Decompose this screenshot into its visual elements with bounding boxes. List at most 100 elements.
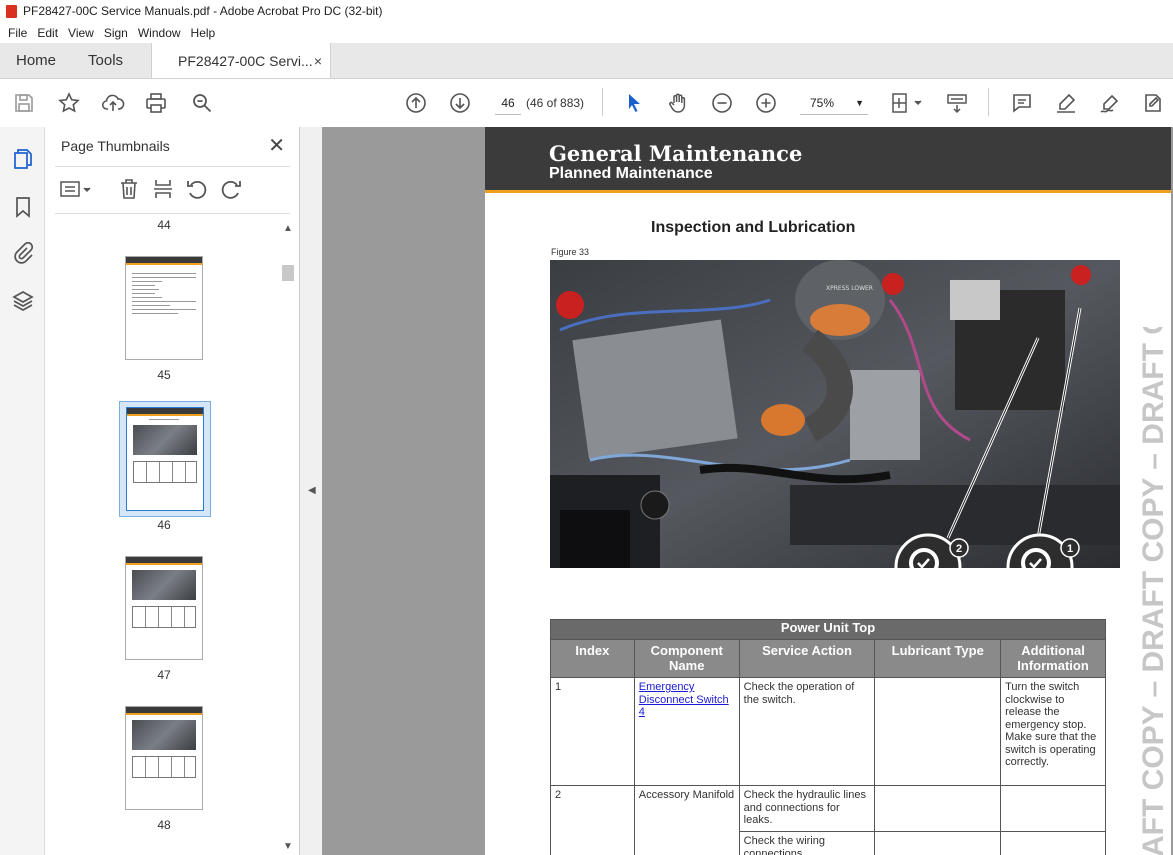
toolbar [0,79,1173,128]
menu-edit[interactable]: Edit [32,26,63,40]
toolbar-divider [602,88,603,116]
power-unit-table: Power Unit Top Index Component Name Serv… [550,619,1106,855]
prev-page-icon[interactable] [404,91,428,115]
cell-index: 1 [550,677,635,786]
highlight-pen-icon[interactable] [1054,91,1078,115]
toolbar-divider-2 [988,88,989,116]
thumbnails-panel: Page Thumbnails ✕ 44 45 46 47 48 ▲ ▼ [45,127,300,855]
zoom-out-icon[interactable] [710,91,734,115]
cell-action: Check the operation of the switch. [738,677,876,786]
tab-tools[interactable]: Tools [72,43,139,78]
hand-tool-icon[interactable] [666,91,690,115]
zoom-value: 75% [810,96,835,110]
thumb-page-number: 46 [157,518,171,532]
menu-window[interactable]: Window [133,26,186,40]
thumbnail-page-48[interactable] [125,706,203,810]
window-title: PF28427-00C Service Manuals.pdf - Adobe … [23,4,383,18]
cell-lubricant [874,785,1002,832]
sign-pen-icon[interactable] [1098,91,1122,115]
zoom-select[interactable]: 75% ▼ [800,91,868,115]
thumb-page-number: 48 [157,818,171,832]
tab-document[interactable]: PF28427-00C Servi... × [151,43,332,78]
divider [55,213,290,214]
cell-component: Emergency Disconnect Switch 4 [633,677,740,786]
thumbnail-scrollbar[interactable]: ▲ ▼ [282,223,294,855]
bookmark-icon[interactable] [11,195,35,219]
title-bar: PF28427-00C Service Manuals.pdf - Adobe … [0,0,1173,22]
zoom-search-icon[interactable] [190,91,214,115]
callout-1-number: 1 [1067,543,1073,555]
menu-help[interactable]: Help [186,26,221,40]
star-icon[interactable] [57,91,81,115]
rotate-ccw-icon[interactable] [185,177,209,201]
divider [55,166,290,167]
extract-pages-icon[interactable] [151,177,175,201]
watermark-text: AFT COPY – DRAFT COPY – DRAFT COPY [1137,327,1170,855]
options-menu-icon[interactable] [59,177,93,201]
thumbnail-page-46[interactable] [126,407,204,511]
thumb-page-number: 44 [157,218,171,232]
chevron-down-icon: ▼ [855,98,864,108]
col-header-lubricant: Lubricant Type [874,639,1002,678]
document-viewer[interactable]: General Maintenance Planned Maintenance … [322,127,1173,855]
select-cursor-icon[interactable] [622,91,646,115]
col-header-component: Component Name [633,639,740,678]
more-tools-icon[interactable] [1141,91,1165,115]
scroll-mode-icon[interactable] [945,91,969,115]
zoom-in-icon[interactable] [754,91,778,115]
acrobat-icon [6,4,17,18]
tab-close-icon[interactable]: × [314,53,322,69]
panel-title: Page Thumbnails [61,138,170,154]
tab-document-label: PF28427-00C Servi... [178,52,313,69]
cell-info [1000,785,1106,832]
thumb-page-number: 45 [157,368,171,382]
panel-collapse-handle[interactable]: ◀ [300,127,322,855]
emergency-disconnect-link[interactable]: Emergency Disconnect Switch 4 [639,681,729,718]
col-header-info: Additional Information [1000,639,1106,678]
callout-2-number: 2 [956,543,962,555]
page-thumbnails-icon[interactable] [11,147,35,171]
scrollbar-thumb[interactable] [282,265,294,281]
cell-component: Accessory Manifold [633,785,740,855]
col-header-index: Index [550,639,635,678]
menu-view[interactable]: View [63,26,99,40]
thumb-page-number: 47 [157,668,171,682]
scroll-up-icon[interactable]: ▲ [283,223,293,234]
thumbnail-page-47[interactable] [125,556,203,660]
page-number-input[interactable]: 46 [495,91,521,115]
figure-label: Figure 33 [551,247,590,257]
cell-action: Check the wiring connections. [738,831,876,855]
section-title: Inspection and Lubrication [651,219,856,236]
power-unit-photo: XPRESS LOWER 2 1 [550,260,1120,568]
comment-icon[interactable] [1010,91,1034,115]
tab-bar: Home Tools PF28427-00C Servi... × [0,43,1173,79]
cell-info: Turn the switch clockwise to release the… [1000,677,1106,786]
photo-brand-text: XPRESS LOWER [826,285,873,292]
cell-lubricant [874,831,1002,855]
cell-action: Check the hydraulic lines and connection… [738,785,876,832]
menu-sign[interactable]: Sign [99,26,133,40]
fit-page-icon[interactable] [890,91,924,115]
tab-home[interactable]: Home [0,43,72,78]
upload-cloud-icon[interactable] [101,91,125,115]
close-icon[interactable]: ✕ [268,133,285,158]
layers-icon[interactable] [11,289,35,313]
cell-index: 2 [550,785,635,855]
scroll-down-icon[interactable]: ▼ [283,841,293,852]
thumbnail-page-45[interactable] [125,256,203,360]
header-title: General Maintenance [549,141,803,166]
save-icon[interactable] [12,91,36,115]
left-rail [0,127,45,855]
cell-lubricant [874,677,1002,786]
print-icon[interactable] [144,91,168,115]
delete-icon[interactable] [117,177,141,201]
page-count: (46 of 883) [526,96,585,110]
cell-info [1000,831,1106,855]
header-subtitle: Planned Maintenance [549,165,713,182]
attachment-icon[interactable] [11,241,35,265]
menu-file[interactable]: File [3,26,32,40]
pdf-page: General Maintenance Planned Maintenance … [485,127,1171,855]
next-page-icon[interactable] [448,91,472,115]
draft-watermark: AFT COPY – DRAFT COPY – DRAFT COPY [1137,327,1170,855]
rotate-cw-icon[interactable] [219,177,243,201]
